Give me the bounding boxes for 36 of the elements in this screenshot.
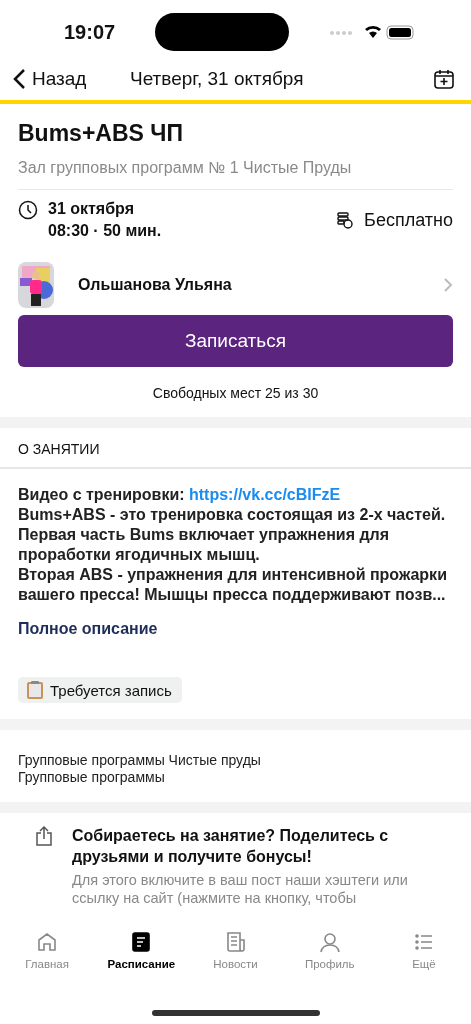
signup-button[interactable]: Записаться (18, 315, 453, 367)
calendar-add-icon[interactable] (433, 68, 455, 90)
description-text: Вторая ABS - упражнения для интенсивной прожарки вашего пресса! Мышцы пресса поддерживают позв... (18, 565, 448, 605)
price-text: Бесплатно (364, 209, 453, 231)
clock-icon (18, 200, 38, 220)
date-text: 31 октября (48, 200, 135, 218)
share-title: Собираетесь на занятие? Поделитесь с друзьями и получите бонусы! (72, 826, 390, 867)
tab-item[interactable]: Главная (0, 930, 95, 976)
category-text: Групповые программы Чистые пруды (18, 752, 262, 769)
trainer-row[interactable]: Ольшанова Ульяна (18, 262, 453, 308)
clipboard-icon (26, 680, 44, 700)
status-time: 19:07 (64, 20, 116, 44)
description-text: Bums+ABS - это тренировка состоящая из 2-х частей. (18, 505, 447, 525)
category-text: Групповые программы (18, 769, 166, 786)
free-places-text: Свободных мест 25 из 30 (151, 385, 320, 401)
tab-item[interactable]: Расписание (94, 930, 189, 976)
tab-item[interactable]: Новости (188, 930, 283, 976)
nav-title: Четверг, 31 октября (130, 68, 305, 90)
share-icon[interactable] (34, 825, 54, 847)
time-text: 08:30 · 50 мин. (48, 222, 162, 240)
full-description-link[interactable]: Полное описание (18, 619, 453, 639)
trainer-name: Ольшанова Ульяна (78, 276, 233, 294)
coins-icon (336, 211, 355, 229)
person-icon (317, 930, 342, 954)
class-title: Bums+ABS ЧП (18, 120, 184, 147)
back-button[interactable]: Назад (12, 68, 130, 90)
venue-text: Зал групповых программ № 1 Чистые Пруды (18, 159, 453, 190)
share-text: Для этого включите в ваш пост наши хэштеги или ссылку на сайт (нажмите на кнопку, чтобы (72, 871, 409, 907)
signup-required-tag: Требуется запись (18, 677, 182, 703)
description-text: Первая часть Bums включает упражнения для проработки ягодичных мышц. (18, 525, 391, 565)
chevron-right-icon (443, 277, 453, 293)
chevron-left-icon (12, 68, 26, 90)
tab-item[interactable]: Ещё (376, 930, 471, 976)
tab-item[interactable]: Профиль (282, 930, 377, 976)
section-header: О ЗАНЯТИИ (0, 428, 471, 469)
description-text: Видео с тренировки: https://vk.cc/cBIFzE (18, 485, 342, 505)
